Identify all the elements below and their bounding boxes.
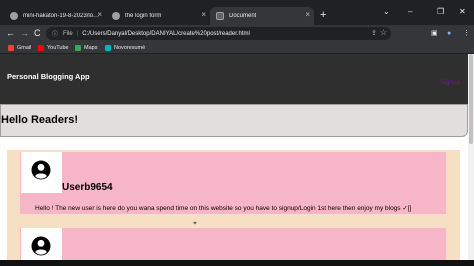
menu-icon[interactable]: ⋮ — [463, 29, 470, 38]
tab-label: the login form — [125, 13, 162, 19]
globe-icon — [10, 12, 18, 20]
new-tab-button[interactable]: + — [320, 8, 326, 22]
back-icon[interactable]: ← — [6, 27, 15, 39]
post-author: Userb9654 — [62, 182, 113, 193]
user-avatar-icon — [31, 160, 51, 180]
maps-icon — [75, 44, 81, 51]
bookmark-label: Maps — [84, 44, 98, 51]
bookmark-star-icon[interactable]: ☆ — [380, 28, 387, 37]
document-icon — [216, 12, 224, 20]
scrollbar-thumb[interactable] — [469, 54, 473, 144]
reload-icon[interactable]: C — [34, 27, 41, 39]
tab-label: mini-hakaton-19-8-2023/login.h — [23, 13, 101, 19]
tab-search-icon[interactable]: ⌄ — [383, 7, 390, 17]
post-text: Hello ! The new user is here do you wana… — [35, 205, 412, 212]
app-header: Personal Blogging App Signup — [0, 54, 468, 104]
avatar — [21, 228, 62, 260]
globe-icon — [112, 12, 120, 20]
user-avatar-icon — [31, 236, 51, 256]
bookmark-label: Novoresumé — [114, 44, 146, 51]
tab-login-html[interactable]: mini-hakaton-19-8-2023/login.h × — [4, 7, 106, 25]
gmail-icon — [8, 44, 14, 51]
bookmark-maps[interactable]: Maps — [75, 42, 97, 53]
taskbar — [0, 260, 474, 266]
forward-icon[interactable]: → — [20, 27, 29, 39]
info-icon[interactable]: ⓘ — [52, 29, 58, 38]
post-card — [20, 228, 446, 260]
address-separator: | — [76, 30, 79, 37]
address-bar[interactable]: ⓘ File | C:/Users/Danyal/Desktop/DANIYAL… — [46, 27, 391, 40]
browser-tab-bar: mini-hakaton-19-8-2023/login.h × the log… — [0, 0, 474, 25]
url-text[interactable]: C:/Users/Danyal/Desktop/DANIYAL/create%2… — [82, 31, 250, 37]
app-title: Personal Blogging App — [7, 72, 90, 81]
close-tab-icon[interactable]: × — [305, 10, 310, 19]
greeting-banner: Hello Readers! — [0, 104, 468, 137]
close-tab-icon[interactable]: × — [97, 10, 102, 19]
avatar — [21, 152, 62, 193]
tab-document[interactable]: Document × — [210, 7, 314, 25]
youtube-icon — [38, 44, 44, 51]
close-window-button[interactable]: ✕ — [459, 7, 466, 17]
tab-login-form[interactable]: the login form × — [106, 7, 210, 25]
browser-toolbar: ← → C ⓘ File | C:/Users/Danyal/Desktop/D… — [0, 25, 474, 42]
bookmark-label: Gmail — [17, 44, 32, 51]
sidebar-icon[interactable]: ▣ — [431, 29, 438, 38]
bookmark-youtube[interactable]: YouTube — [38, 42, 69, 53]
novoresume-icon — [105, 44, 111, 51]
bookmark-gmail[interactable]: Gmail — [8, 42, 31, 53]
tab-label: Document — [229, 13, 257, 19]
share-icon[interactable]: ⇪ — [371, 29, 377, 37]
page-heading: Hello Readers! — [1, 114, 79, 126]
scheme-label: File — [63, 30, 73, 37]
bookmarks-bar: Gmail YouTube Maps Novoresumé — [0, 42, 474, 54]
mouse-cursor-icon: ⌖ — [193, 220, 197, 227]
signup-link[interactable]: Signup — [440, 79, 460, 86]
bookmark-label: YouTube — [47, 44, 69, 51]
close-tab-icon[interactable]: × — [201, 10, 206, 19]
minimize-button[interactable]: – — [408, 7, 412, 17]
profile-icon[interactable]: ● — [447, 29, 451, 38]
restore-button[interactable]: ❐ — [437, 7, 444, 17]
bookmark-novoresume[interactable]: Novoresumé — [105, 42, 145, 53]
